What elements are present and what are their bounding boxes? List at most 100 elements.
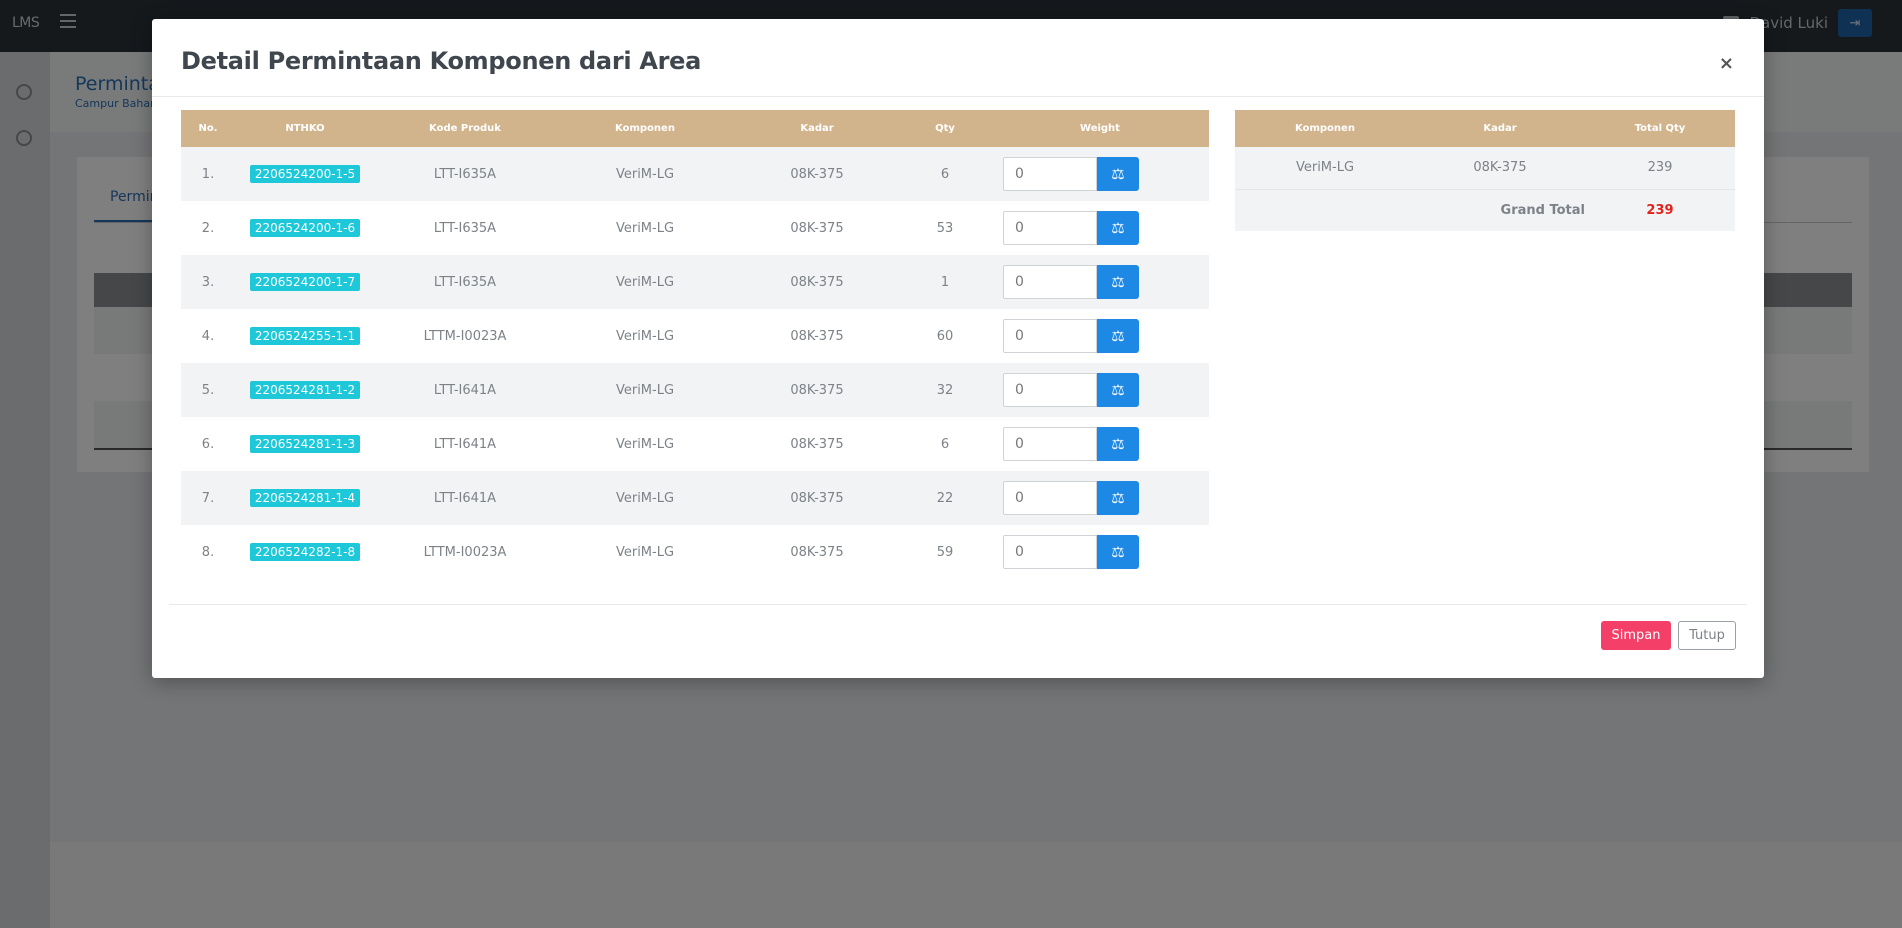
- cell-kode-produk: LTTM-I0023A: [375, 309, 555, 363]
- column-header-komponen: Komponen: [555, 110, 735, 147]
- close-button[interactable]: Tutup: [1678, 621, 1736, 650]
- column-header-weight: Weight: [991, 110, 1209, 147]
- cell-kode-produk: LTT-I635A: [375, 201, 555, 255]
- modal-title: Detail Permintaan Komponen dari Area: [181, 47, 702, 75]
- cell-nthko: 2206524281-1-3: [235, 417, 375, 471]
- nthko-badge[interactable]: 2206524281-1-2: [249, 381, 361, 399]
- table-row: 1. 2206524200-1-5 LTT-I635A VeriM-LG 08K-375…: [181, 147, 1209, 201]
- cell-no: 4.: [181, 309, 235, 363]
- cell-komponen: VeriM-LG: [555, 471, 735, 525]
- scale-icon: ⚖: [1111, 166, 1125, 183]
- weigh-button[interactable]: ⚖: [1097, 535, 1139, 569]
- close-icon[interactable]: ×: [1719, 53, 1734, 74]
- cell-no: 1.: [181, 147, 235, 201]
- cell-nthko: 2206524281-1-2: [235, 363, 375, 417]
- cell-qty: 6: [899, 147, 991, 201]
- weight-group: ⚖: [991, 535, 1209, 569]
- cell-komponen: VeriM-LG: [555, 363, 735, 417]
- weigh-button[interactable]: ⚖: [1097, 319, 1139, 353]
- cell-kadar: 08K-375: [735, 309, 899, 363]
- cell-nthko: 2206524200-1-6: [235, 201, 375, 255]
- cell-kode-produk: LTT-I635A: [375, 255, 555, 309]
- summary-header-komponen: Komponen: [1235, 110, 1415, 147]
- weight-input[interactable]: [1003, 427, 1097, 461]
- cell-qty: 53: [899, 201, 991, 255]
- cell-weight: ⚖: [991, 525, 1209, 579]
- scale-icon: ⚖: [1111, 544, 1125, 561]
- weight-group: ⚖: [991, 481, 1209, 515]
- weight-input[interactable]: [1003, 481, 1097, 515]
- cell-no: 6.: [181, 417, 235, 471]
- cell-kode-produk: LTT-I641A: [375, 471, 555, 525]
- nthko-badge[interactable]: 2206524200-1-6: [249, 219, 361, 237]
- summary-table: Komponen Kadar Total Qty VeriM-LG 08K-37…: [1235, 110, 1735, 231]
- cell-weight: ⚖: [991, 363, 1209, 417]
- nthko-badge[interactable]: 2206524282-1-8: [249, 543, 361, 561]
- weigh-button[interactable]: ⚖: [1097, 481, 1139, 515]
- cell-komponen: VeriM-LG: [555, 147, 735, 201]
- weight-input[interactable]: [1003, 373, 1097, 407]
- save-button[interactable]: Simpan: [1601, 621, 1671, 650]
- request-detail-table: No. NTHKO Kode Produk Komponen Kadar Qty…: [181, 110, 1209, 579]
- table-row: 3. 2206524200-1-7 LTT-I635A VeriM-LG 08K-375…: [181, 255, 1209, 309]
- weight-input[interactable]: [1003, 157, 1097, 191]
- scale-icon: ⚖: [1111, 274, 1125, 291]
- grand-total-value: 239: [1585, 189, 1735, 231]
- cell-weight: ⚖: [991, 255, 1209, 309]
- cell-komponen: VeriM-LG: [555, 525, 735, 579]
- modal-footer: [169, 604, 1747, 678]
- column-header-qty: Qty: [899, 110, 991, 147]
- cell-kode-produk: LTT-I641A: [375, 363, 555, 417]
- grand-total-spacer: [1235, 189, 1415, 231]
- nthko-badge[interactable]: 2206524255-1-1: [249, 327, 361, 345]
- summary-komponen: VeriM-LG: [1235, 147, 1415, 190]
- weight-input[interactable]: [1003, 319, 1097, 353]
- weigh-button[interactable]: ⚖: [1097, 157, 1139, 191]
- cell-kadar: 08K-375: [735, 363, 899, 417]
- weigh-button[interactable]: ⚖: [1097, 373, 1139, 407]
- cell-nthko: 2206524281-1-4: [235, 471, 375, 525]
- nthko-badge[interactable]: 2206524281-1-3: [249, 435, 361, 453]
- weight-group: ⚖: [991, 427, 1209, 461]
- table-row: 6. 2206524281-1-3 LTT-I641A VeriM-LG 08K-375…: [181, 417, 1209, 471]
- weigh-button[interactable]: ⚖: [1097, 265, 1139, 299]
- weigh-button[interactable]: ⚖: [1097, 427, 1139, 461]
- cell-kode-produk: LTTM-I0023A: [375, 525, 555, 579]
- table-row: 4. 2206524255-1-1 LTTM-I0023A VeriM-LG 08K-3…: [181, 309, 1209, 363]
- column-header-nthko: NTHKO: [235, 110, 375, 147]
- summary-header-total-qty: Total Qty: [1585, 110, 1735, 147]
- cell-weight: ⚖: [991, 309, 1209, 363]
- column-header-kode-produk: Kode Produk: [375, 110, 555, 147]
- cell-weight: ⚖: [991, 417, 1209, 471]
- summary-header-row: Komponen Kadar Total Qty: [1235, 110, 1735, 147]
- table-row: 8. 2206524282-1-8 LTTM-I0023A VeriM-LG 08K-3…: [181, 525, 1209, 579]
- scale-icon: ⚖: [1111, 490, 1125, 507]
- nthko-badge[interactable]: 2206524281-1-4: [249, 489, 361, 507]
- cell-kadar: 08K-375: [735, 201, 899, 255]
- cell-no: 5.: [181, 363, 235, 417]
- cell-weight: ⚖: [991, 471, 1209, 525]
- column-header-kadar: Kadar: [735, 110, 899, 147]
- cell-komponen: VeriM-LG: [555, 201, 735, 255]
- cell-kadar: 08K-375: [735, 417, 899, 471]
- weight-group: ⚖: [991, 319, 1209, 353]
- weight-input[interactable]: [1003, 211, 1097, 245]
- weight-input[interactable]: [1003, 535, 1097, 569]
- summary-kadar: 08K-375: [1415, 147, 1585, 190]
- cell-qty: 59: [899, 525, 991, 579]
- cell-nthko: 2206524282-1-8: [235, 525, 375, 579]
- weight-input[interactable]: [1003, 265, 1097, 299]
- cell-kode-produk: LTT-I641A: [375, 417, 555, 471]
- nthko-badge[interactable]: 2206524200-1-5: [249, 165, 361, 183]
- cell-no: 7.: [181, 471, 235, 525]
- cell-kadar: 08K-375: [735, 255, 899, 309]
- cell-qty: 22: [899, 471, 991, 525]
- nthko-badge[interactable]: 2206524200-1-7: [249, 273, 361, 291]
- grand-total-label: Grand Total: [1415, 189, 1585, 231]
- weigh-button[interactable]: ⚖: [1097, 211, 1139, 245]
- cell-nthko: 2206524200-1-7: [235, 255, 375, 309]
- modal-body: No. NTHKO Kode Produk Komponen Kadar Qty…: [181, 110, 1737, 580]
- scale-icon: ⚖: [1111, 220, 1125, 237]
- weight-group: ⚖: [991, 157, 1209, 191]
- table-row: 5. 2206524281-1-2 LTT-I641A VeriM-LG 08K-375…: [181, 363, 1209, 417]
